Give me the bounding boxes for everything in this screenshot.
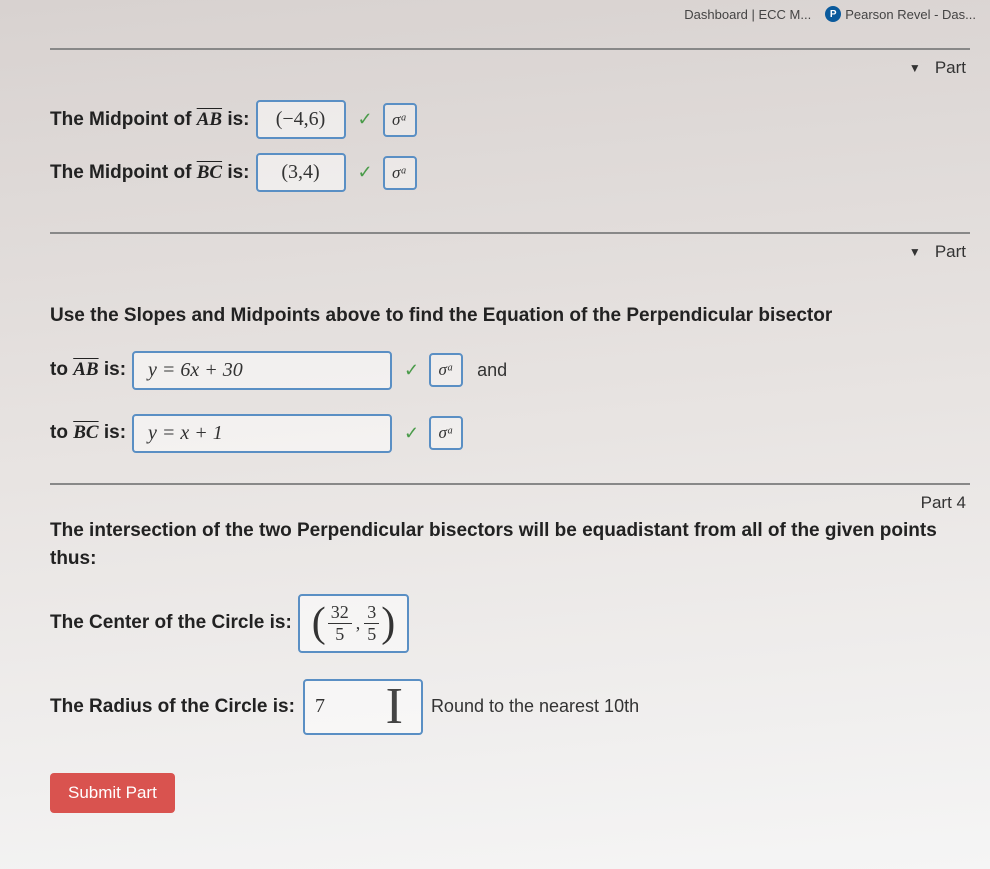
midpoint-bc-line: The Midpoint of BC is: (3,4) ✓ σᵃ bbox=[50, 153, 970, 192]
center-value: ( 325 , 35 ) bbox=[312, 602, 396, 645]
check-icon: ✓ bbox=[358, 162, 373, 183]
radius-value: 7 bbox=[315, 695, 325, 718]
chevron-down-icon: ▼ bbox=[909, 61, 921, 75]
chevron-down-icon: ▼ bbox=[909, 245, 921, 259]
radius-line: The Radius of the Circle is: 7 I Round t… bbox=[50, 679, 970, 735]
question-content: ▼ Part The Midpoint of AB is: (−4,6) ✓ σ… bbox=[0, 28, 990, 833]
math-keypad-button[interactable]: σᵃ bbox=[429, 416, 463, 450]
midpoint-bc-input[interactable]: (3,4) bbox=[256, 153, 346, 192]
midpoint-ab-input[interactable]: (−4,6) bbox=[256, 100, 346, 139]
bisector-ab-input[interactable]: y = 6x + 30 bbox=[132, 351, 392, 390]
bisector-ab-label: to AB is: bbox=[50, 359, 126, 381]
bisector-instruction: Use the Slopes and Midpoints above to fi… bbox=[50, 302, 970, 331]
tab-pearson-label: Pearson Revel - Das... bbox=[845, 7, 976, 22]
intersection-text: The intersection of the two Perpendicula… bbox=[50, 517, 970, 574]
part-label-1: Part bbox=[935, 58, 966, 78]
pearson-icon: P bbox=[825, 6, 841, 22]
check-icon: ✓ bbox=[404, 360, 419, 381]
tab-dashboard-label: Dashboard | ECC M... bbox=[684, 7, 811, 22]
tab-pearson[interactable]: P Pearson Revel - Das... bbox=[825, 6, 976, 22]
check-icon: ✓ bbox=[358, 109, 373, 130]
tab-dashboard[interactable]: Dashboard | ECC M... bbox=[684, 7, 811, 22]
radius-input[interactable]: 7 I bbox=[303, 679, 423, 735]
bisector-bc-input[interactable]: y = x + 1 bbox=[132, 414, 392, 453]
submit-part-button[interactable]: Submit Part bbox=[50, 773, 175, 813]
bisector-bc-line: to BC is: y = x + 1 ✓ σᵃ bbox=[50, 414, 970, 453]
part-label-2: Part bbox=[935, 242, 966, 262]
center-label: The Center of the Circle is: bbox=[50, 612, 292, 634]
part-header-2[interactable]: ▼ Part bbox=[50, 232, 970, 270]
radius-label: The Radius of the Circle is: bbox=[50, 696, 295, 718]
math-keypad-button[interactable]: σᵃ bbox=[383, 156, 417, 190]
part-header-3[interactable]: Part 4 bbox=[50, 483, 970, 521]
radius-hint: Round to the nearest 10th bbox=[431, 696, 639, 717]
bisector-bc-label: to BC is: bbox=[50, 422, 126, 444]
center-input[interactable]: ( 325 , 35 ) bbox=[298, 594, 410, 653]
center-line: The Center of the Circle is: ( 325 , 35 … bbox=[50, 594, 970, 653]
and-text: and bbox=[477, 360, 507, 381]
midpoint-bc-label: The Midpoint of BC is: bbox=[50, 162, 250, 184]
bisector-ab-line: to AB is: y = 6x + 30 ✓ σᵃ and bbox=[50, 351, 970, 390]
math-keypad-button[interactable]: σᵃ bbox=[429, 353, 463, 387]
text-cursor-icon: I bbox=[386, 675, 403, 739]
midpoint-ab-line: The Midpoint of AB is: (−4,6) ✓ σᵃ bbox=[50, 100, 970, 139]
browser-tabs: Dashboard | ECC M... P Pearson Revel - D… bbox=[0, 0, 990, 28]
part-header-1[interactable]: ▼ Part bbox=[50, 48, 970, 86]
check-icon: ✓ bbox=[404, 423, 419, 444]
math-keypad-button[interactable]: σᵃ bbox=[383, 103, 417, 137]
midpoint-ab-label: The Midpoint of AB is: bbox=[50, 109, 250, 131]
part-label-3: Part 4 bbox=[921, 493, 966, 513]
